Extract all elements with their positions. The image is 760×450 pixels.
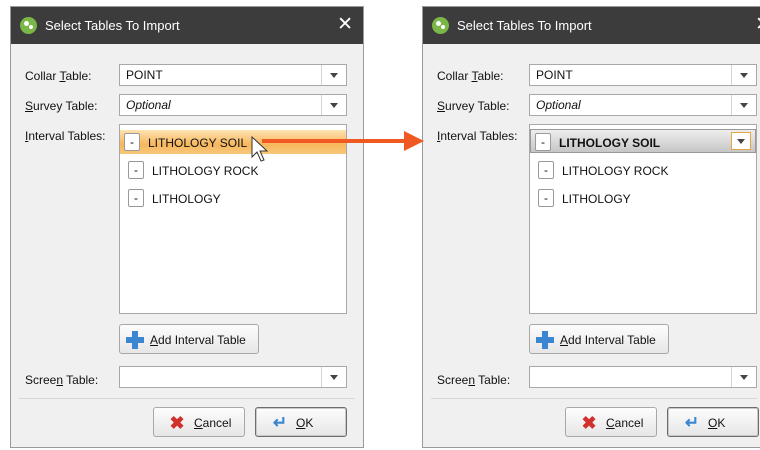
arrow-icon	[262, 131, 424, 151]
overlay	[251, 131, 424, 162]
